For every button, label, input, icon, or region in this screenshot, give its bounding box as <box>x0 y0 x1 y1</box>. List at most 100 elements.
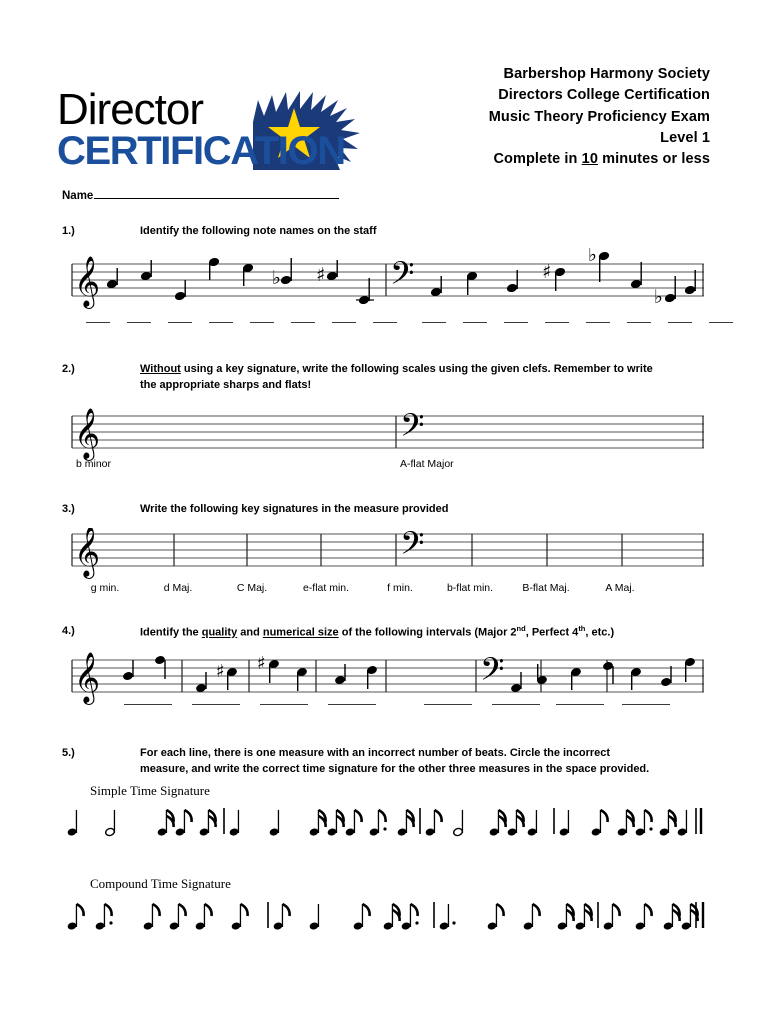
question-2-emphasis: Without <box>140 363 181 375</box>
q4-sup-nd: nd <box>516 624 526 633</box>
interval-answer-blank[interactable] <box>622 704 670 705</box>
q4-mid: and <box>237 626 263 639</box>
question-2-text: Without using a key signature, write the… <box>140 362 722 393</box>
simple-time-signature-heading: Simple Time Signature <box>90 783 210 798</box>
scale-label-b-minor: b minor <box>76 458 112 470</box>
treble-interval-notes: ♯ ♯ <box>123 653 377 692</box>
staff-lines <box>72 533 704 567</box>
q4-post2: , Perfect 4 <box>525 626 579 639</box>
treble-clef-icon: 𝄞 <box>74 408 100 461</box>
bass-clef-icon: 𝄢 <box>480 651 504 695</box>
note-name-blank[interactable] <box>209 322 233 323</box>
interval-answer-blank[interactable] <box>192 704 240 705</box>
q1-answer-blanks[interactable] <box>64 322 733 336</box>
page-header: Director CERTIFICATION Barbershop Harmon… <box>0 0 770 185</box>
note-name-blank[interactable] <box>250 322 274 323</box>
note-name-blank[interactable] <box>627 322 651 323</box>
note-name-blank[interactable] <box>545 322 569 323</box>
simple-rhythm-notes <box>67 808 703 837</box>
simple-time-rhythm-row <box>62 802 712 860</box>
q2-staff: 𝄞 𝄢 <box>64 408 709 463</box>
note-name-blank[interactable] <box>127 322 151 323</box>
staff-lines <box>72 415 704 449</box>
question-4-text: Identify the quality and numerical size … <box>140 624 742 641</box>
q4-emphasis-quality: quality <box>201 626 238 639</box>
interval-answer-blank[interactable] <box>492 704 540 705</box>
interval-answer-blank[interactable] <box>424 704 472 705</box>
complete-in-prefix: Complete in <box>493 151 582 168</box>
bass-clef-icon: 𝄢 <box>400 528 424 569</box>
interval-answer-blank[interactable] <box>328 704 376 705</box>
question-2-line2: the appropriate sharps and flats! <box>140 378 312 391</box>
q1-staff: 𝄞 ♭ ♯ 𝄢 ♯ ♭ ♭ <box>64 248 709 323</box>
question-2-number: 2.) <box>62 363 75 375</box>
interval-answer-blank[interactable] <box>556 704 604 705</box>
title-line-2: Directors College Certification <box>498 87 710 104</box>
question-5-text: For each line, there is one measure with… <box>140 746 742 777</box>
sharp-icon: ♯ <box>257 653 266 674</box>
key-signature-label: C Maj. <box>236 582 268 594</box>
sharp-icon: ♯ <box>216 661 225 682</box>
sharp-icon: ♯ <box>542 261 551 283</box>
scale-label-a-flat-major: A-flat Major <box>400 458 454 470</box>
question-2: 2.) Without using a key signature, write… <box>62 362 722 393</box>
compound-time-rhythm-row <box>62 896 712 954</box>
flat-icon: ♭ <box>272 267 281 289</box>
note-name-blank[interactable] <box>332 322 356 323</box>
note-name-blank[interactable] <box>709 322 733 323</box>
note-name-blank[interactable] <box>586 322 610 323</box>
q4-post: of the following intervals (Major 2 <box>338 626 517 639</box>
key-signature-label: A Maj. <box>605 582 635 594</box>
question-5: 5.) For each line, there is one measure … <box>62 746 742 777</box>
interval-answer-blank[interactable] <box>260 704 308 705</box>
question-4: 4.) Identify the quality and numerical s… <box>62 624 742 641</box>
compound-time-signature-heading: Compound Time Signature <box>90 876 231 891</box>
note-name-blank[interactable] <box>168 322 192 323</box>
double-barline <box>695 808 703 834</box>
staff-lines <box>72 263 704 297</box>
flat-icon: ♭ <box>654 286 663 308</box>
logo-text-director: Director <box>57 85 203 134</box>
question-1-number: 1.) <box>62 225 75 237</box>
note-name-blank[interactable] <box>422 322 446 323</box>
q4-post3: , etc.) <box>585 626 615 639</box>
note-name-blank[interactable] <box>463 322 487 323</box>
bass-notes: ♯ ♭ ♭ <box>430 248 696 308</box>
note-name-blank[interactable] <box>504 322 528 323</box>
q3-staff: 𝄞 𝄢 <box>64 528 709 580</box>
flat-icon: ♭ <box>588 248 597 266</box>
key-signature-label: B-flat Maj. <box>522 582 570 594</box>
note-name-blank[interactable] <box>291 322 315 323</box>
name-field-row: Name <box>62 190 340 202</box>
question-1-text: Identify the following note names on the… <box>140 225 377 237</box>
question-4-number: 4.) <box>62 625 75 637</box>
title-line-3: Music Theory Proficiency Exam <box>488 108 710 125</box>
compound-rhythm-notes <box>67 902 705 930</box>
note-name-blank[interactable] <box>86 322 110 323</box>
title-line-1: Barbershop Harmony Society <box>503 66 710 82</box>
key-signature-label: g min. <box>90 582 120 594</box>
title-line-5: Complete in 10 minutes or less <box>489 149 710 170</box>
question-5-line1: For each line, there is one measure with… <box>140 747 611 759</box>
name-input[interactable] <box>94 190 340 199</box>
bass-clef-icon: 𝄢 <box>390 255 414 299</box>
key-signature-label: b-flat min. <box>446 582 494 594</box>
sharp-icon: ♯ <box>316 264 325 286</box>
question-3-text: Write the following key signatures in th… <box>140 503 449 515</box>
director-certification-logo: Director CERTIFICATION <box>55 78 385 170</box>
key-signature-label: f min. <box>387 582 413 594</box>
question-1: 1.) Identify the following note names on… <box>62 224 712 240</box>
time-limit-value: 10 <box>581 151 598 168</box>
interval-answer-blank[interactable] <box>124 704 172 705</box>
bass-clef-icon: 𝄢 <box>400 408 424 451</box>
note-name-blank[interactable] <box>668 322 692 323</box>
q4-staff: 𝄞 ♯ ♯ 𝄢 <box>64 648 709 710</box>
treble-clef-icon: 𝄞 <box>74 528 100 579</box>
note-name-blank[interactable] <box>373 322 397 323</box>
key-signature-label: e-flat min. <box>302 582 350 594</box>
title-line-4: Level 1 <box>660 129 710 146</box>
exam-title-block: Barbershop Harmony Society Directors Col… <box>489 64 710 171</box>
question-2-line1: using a key signature, write the followi… <box>180 363 653 375</box>
bass-interval-notes <box>511 658 695 692</box>
q4-answer-blanks[interactable] <box>64 704 714 718</box>
